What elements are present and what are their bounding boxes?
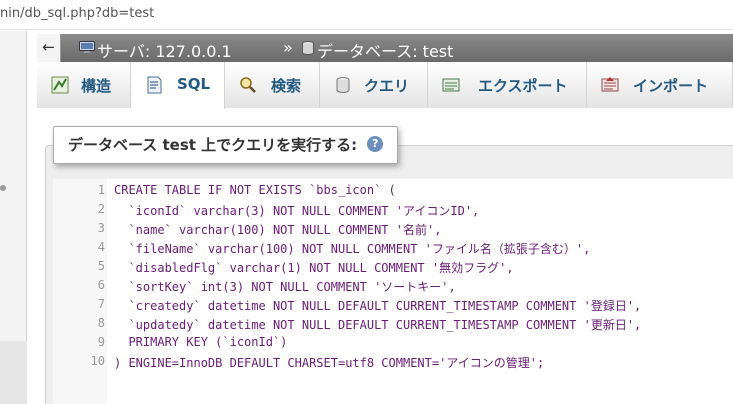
- tab-label: SQL: [177, 75, 211, 93]
- tab-label: 構造: [81, 77, 112, 95]
- tab-label: クエリ: [364, 77, 410, 95]
- nav-handle-dot[interactable]: [0, 185, 6, 191]
- tab-structure[interactable]: 構造: [37, 62, 131, 108]
- code-text[interactable]: `createdy` datetime NOT NULL DEFAULT CUR…: [114, 297, 641, 314]
- nav-panel-lower: [0, 341, 27, 404]
- server-icon: [79, 41, 95, 53]
- breadcrumb-separator: »: [283, 38, 293, 57]
- code-text[interactable]: `sortKey` int(3) NOT NULL COMMENT 'ソートキー…: [114, 278, 455, 295]
- tab-search[interactable]: 検索: [225, 62, 320, 108]
- code-text[interactable]: `fileName` varchar(100) NOT NULL COMMENT…: [114, 240, 590, 257]
- line-number: 3: [97, 221, 105, 235]
- collapse-nav-button[interactable]: ←: [37, 34, 61, 62]
- main-content: データベース test 上でクエリを実行する:? 1 CREATE TABLE I…: [37, 109, 733, 404]
- database-icon: [302, 41, 314, 55]
- line-number: 6: [97, 278, 105, 292]
- editor-line: 8 `updatedy` datetime NOT NULL DEFAULT C…: [53, 316, 733, 335]
- query-icon: [336, 77, 350, 93]
- tab-label: 検索: [271, 77, 302, 95]
- editor-line: 9 PRIMARY KEY (`iconId`): [53, 335, 733, 354]
- import-icon: [601, 77, 619, 92]
- breadcrumb-server[interactable]: サーバ: 127.0.0.1: [97, 38, 232, 62]
- line-number: 1: [97, 183, 105, 197]
- editor-line: 1 CREATE TABLE IF NOT EXISTS `bbs_icon` (: [53, 183, 733, 202]
- editor-line: 5 `disabledFlg` varchar(1) NOT NULL COMM…: [53, 259, 733, 278]
- tab-export[interactable]: エクスポート: [428, 62, 587, 108]
- line-number: 10: [90, 354, 105, 368]
- export-icon: [442, 78, 460, 92]
- line-number: 8: [97, 316, 105, 330]
- line-number: 5: [97, 259, 105, 273]
- address-url[interactable]: nin/db_sql.php?db=test: [0, 6, 154, 21]
- query-panel-legend: データベース test 上でクエリを実行する:?: [53, 126, 399, 164]
- code-text[interactable]: `disabledFlg` varchar(1) NOT NULL COMMEN…: [114, 259, 513, 276]
- editor-line: 3 `name` varchar(100) NOT NULL COMMENT '…: [53, 221, 733, 240]
- editor-line: 4 `fileName` varchar(100) NOT NULL COMME…: [53, 240, 733, 259]
- tab-import[interactable]: インポート: [587, 62, 733, 108]
- code-text[interactable]: `iconId` varchar(3) NOT NULL COMMENT 'アイ…: [114, 202, 479, 219]
- tab-label: エクスポート: [478, 77, 568, 95]
- code-text[interactable]: CREATE TABLE IF NOT EXISTS `bbs_icon` (: [114, 183, 396, 197]
- code-text[interactable]: `name` varchar(100) NOT NULL COMMENT '名前…: [114, 221, 441, 238]
- search-icon: [240, 77, 256, 93]
- panel-gap: [27, 31, 37, 404]
- code-text[interactable]: `updatedy` datetime NOT NULL DEFAULT CUR…: [114, 316, 641, 333]
- editor-line: 10 ) ENGINE=InnoDB DEFAULT CHARSET=utf8 C…: [53, 354, 733, 373]
- editor-line: 7 `createdy` datetime NOT NULL DEFAULT C…: [53, 297, 733, 316]
- help-icon[interactable]: ?: [367, 136, 384, 152]
- line-number: 2: [97, 202, 105, 216]
- editor-line: 6 `sortKey` int(3) NOT NULL COMMENT 'ソート…: [53, 278, 733, 297]
- main-tabs: 構造 SQL 検索 クエリ エクスポート インポート: [37, 62, 733, 109]
- line-number: 7: [97, 297, 105, 311]
- line-number: 4: [97, 240, 105, 254]
- tab-sql[interactable]: SQL: [131, 62, 225, 109]
- editor-line: 2 `iconId` varchar(3) NOT NULL COMMENT '…: [53, 202, 733, 221]
- query-panel-title: データベース test 上でクエリを実行する:: [68, 136, 358, 154]
- browser-address-bar[interactable]: nin/db_sql.php?db=test: [0, 0, 733, 30]
- code-text[interactable]: ) ENGINE=InnoDB DEFAULT CHARSET=utf8 COM…: [114, 354, 544, 371]
- navigation-panel: [0, 31, 27, 404]
- code-text[interactable]: PRIMARY KEY (`iconId`): [114, 335, 287, 349]
- sql-editor[interactable]: 1 CREATE TABLE IF NOT EXISTS `bbs_icon` (…: [53, 179, 733, 404]
- line-number: 9: [97, 335, 105, 349]
- structure-icon: [51, 76, 69, 94]
- tab-label: インポート: [633, 77, 709, 95]
- sql-icon: [147, 76, 162, 94]
- tab-query[interactable]: クエリ: [320, 62, 428, 108]
- breadcrumb-database[interactable]: データベース: test: [317, 38, 453, 62]
- server-breadcrumb-bar: ← サーバ: 127.0.0.1 » データベース: test: [37, 34, 733, 62]
